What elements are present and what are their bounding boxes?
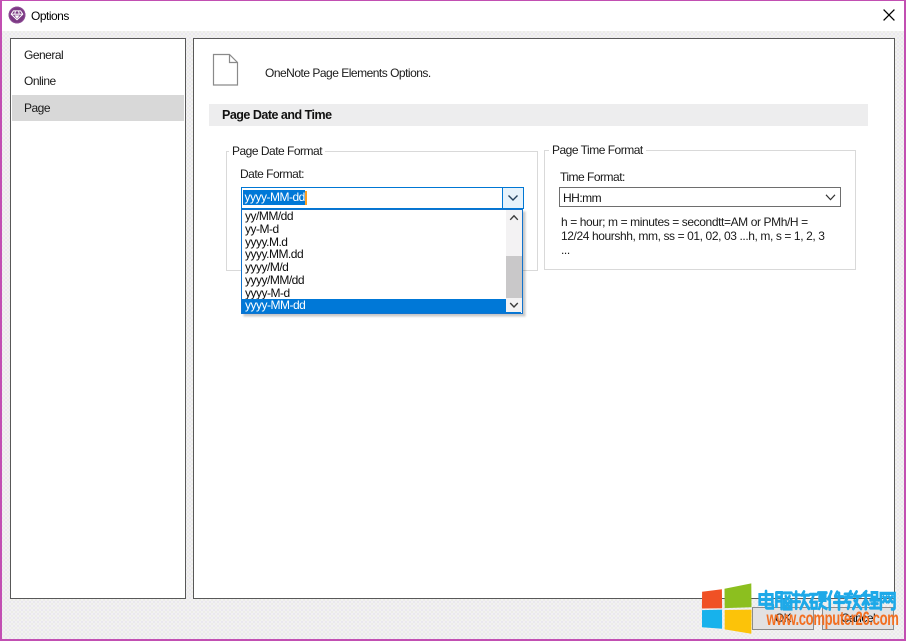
svg-text:www.computer26.com: www.computer26.com — [766, 609, 899, 630]
